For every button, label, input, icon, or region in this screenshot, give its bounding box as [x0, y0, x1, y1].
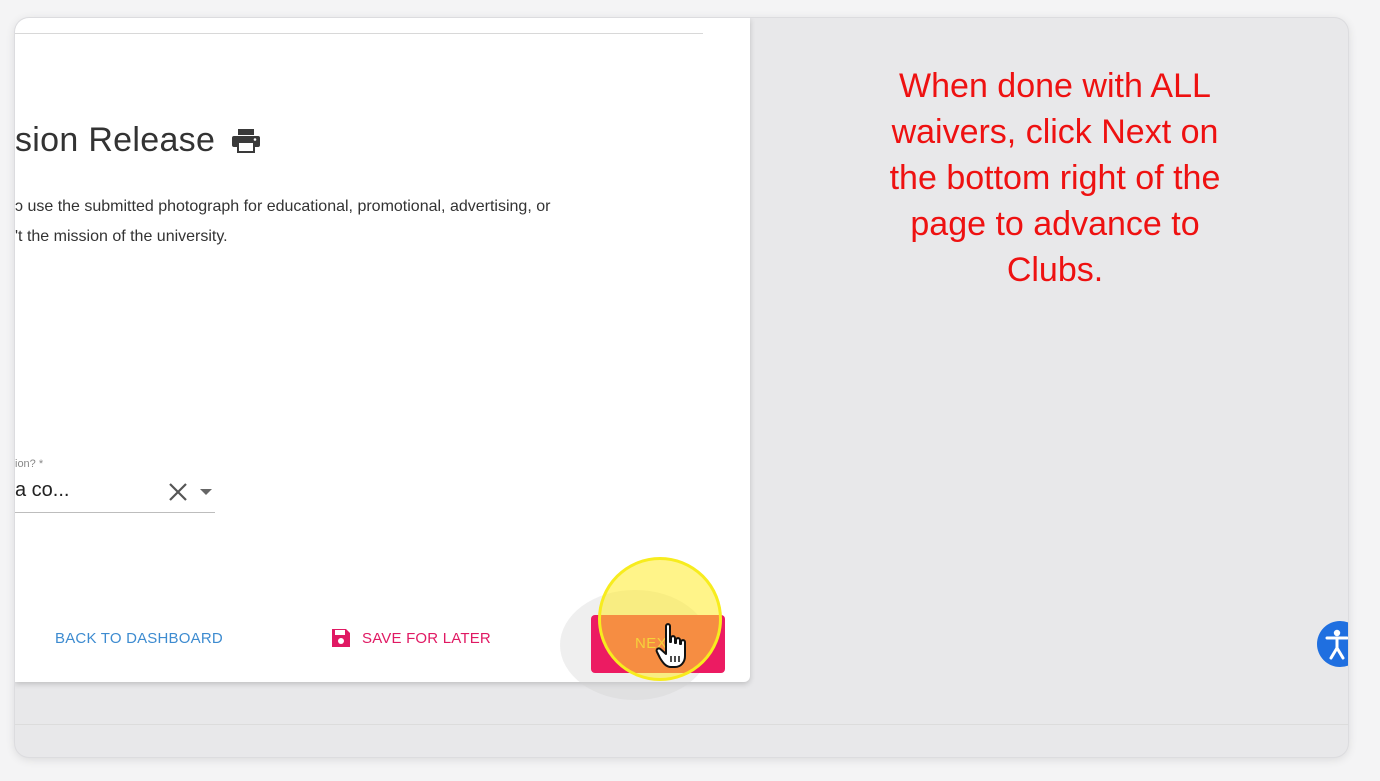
accessibility-icon[interactable] [1317, 621, 1348, 667]
save-for-later-button[interactable]: SAVE FOR LATER [330, 627, 491, 649]
print-icon[interactable] [231, 128, 261, 158]
annotation-line: Clubs. [1006, 251, 1104, 289]
annotation-line: When done with ALL [899, 67, 1211, 105]
back-to-dashboard-button[interactable]: BACK TO DASHBOARD [55, 630, 223, 647]
select-input[interactable]: a co... [15, 472, 215, 513]
form-title: sion Release [15, 120, 216, 159]
consent-select-field[interactable]: ion? * a co... [15, 458, 215, 513]
field-value: a co... [15, 478, 70, 501]
form-description: ɔ use the submitted photograph for educa… [15, 192, 715, 252]
hand-pointer-icon [655, 623, 686, 668]
field-label: ion? * [15, 458, 44, 470]
close-icon[interactable] [165, 479, 191, 505]
form-header: sion Release [15, 118, 261, 162]
caret-down-icon[interactable] [197, 483, 215, 501]
description-line: ɔ use the submitted photograph for educa… [15, 198, 551, 215]
annotation-line: page to advance to [910, 205, 1200, 243]
save-button-label: SAVE FOR LATER [362, 629, 491, 647]
annotation-line: the bottom right of the [889, 159, 1221, 197]
floppy-disk-icon [332, 629, 350, 647]
instruction-annotation: When done with ALL waivers, click Next o… [775, 63, 1335, 293]
annotation-line: waivers, click Next on [891, 113, 1219, 151]
top-divider [15, 33, 703, 34]
description-line: 't the mission of the university. [15, 228, 228, 245]
footer-divider [15, 724, 1348, 725]
